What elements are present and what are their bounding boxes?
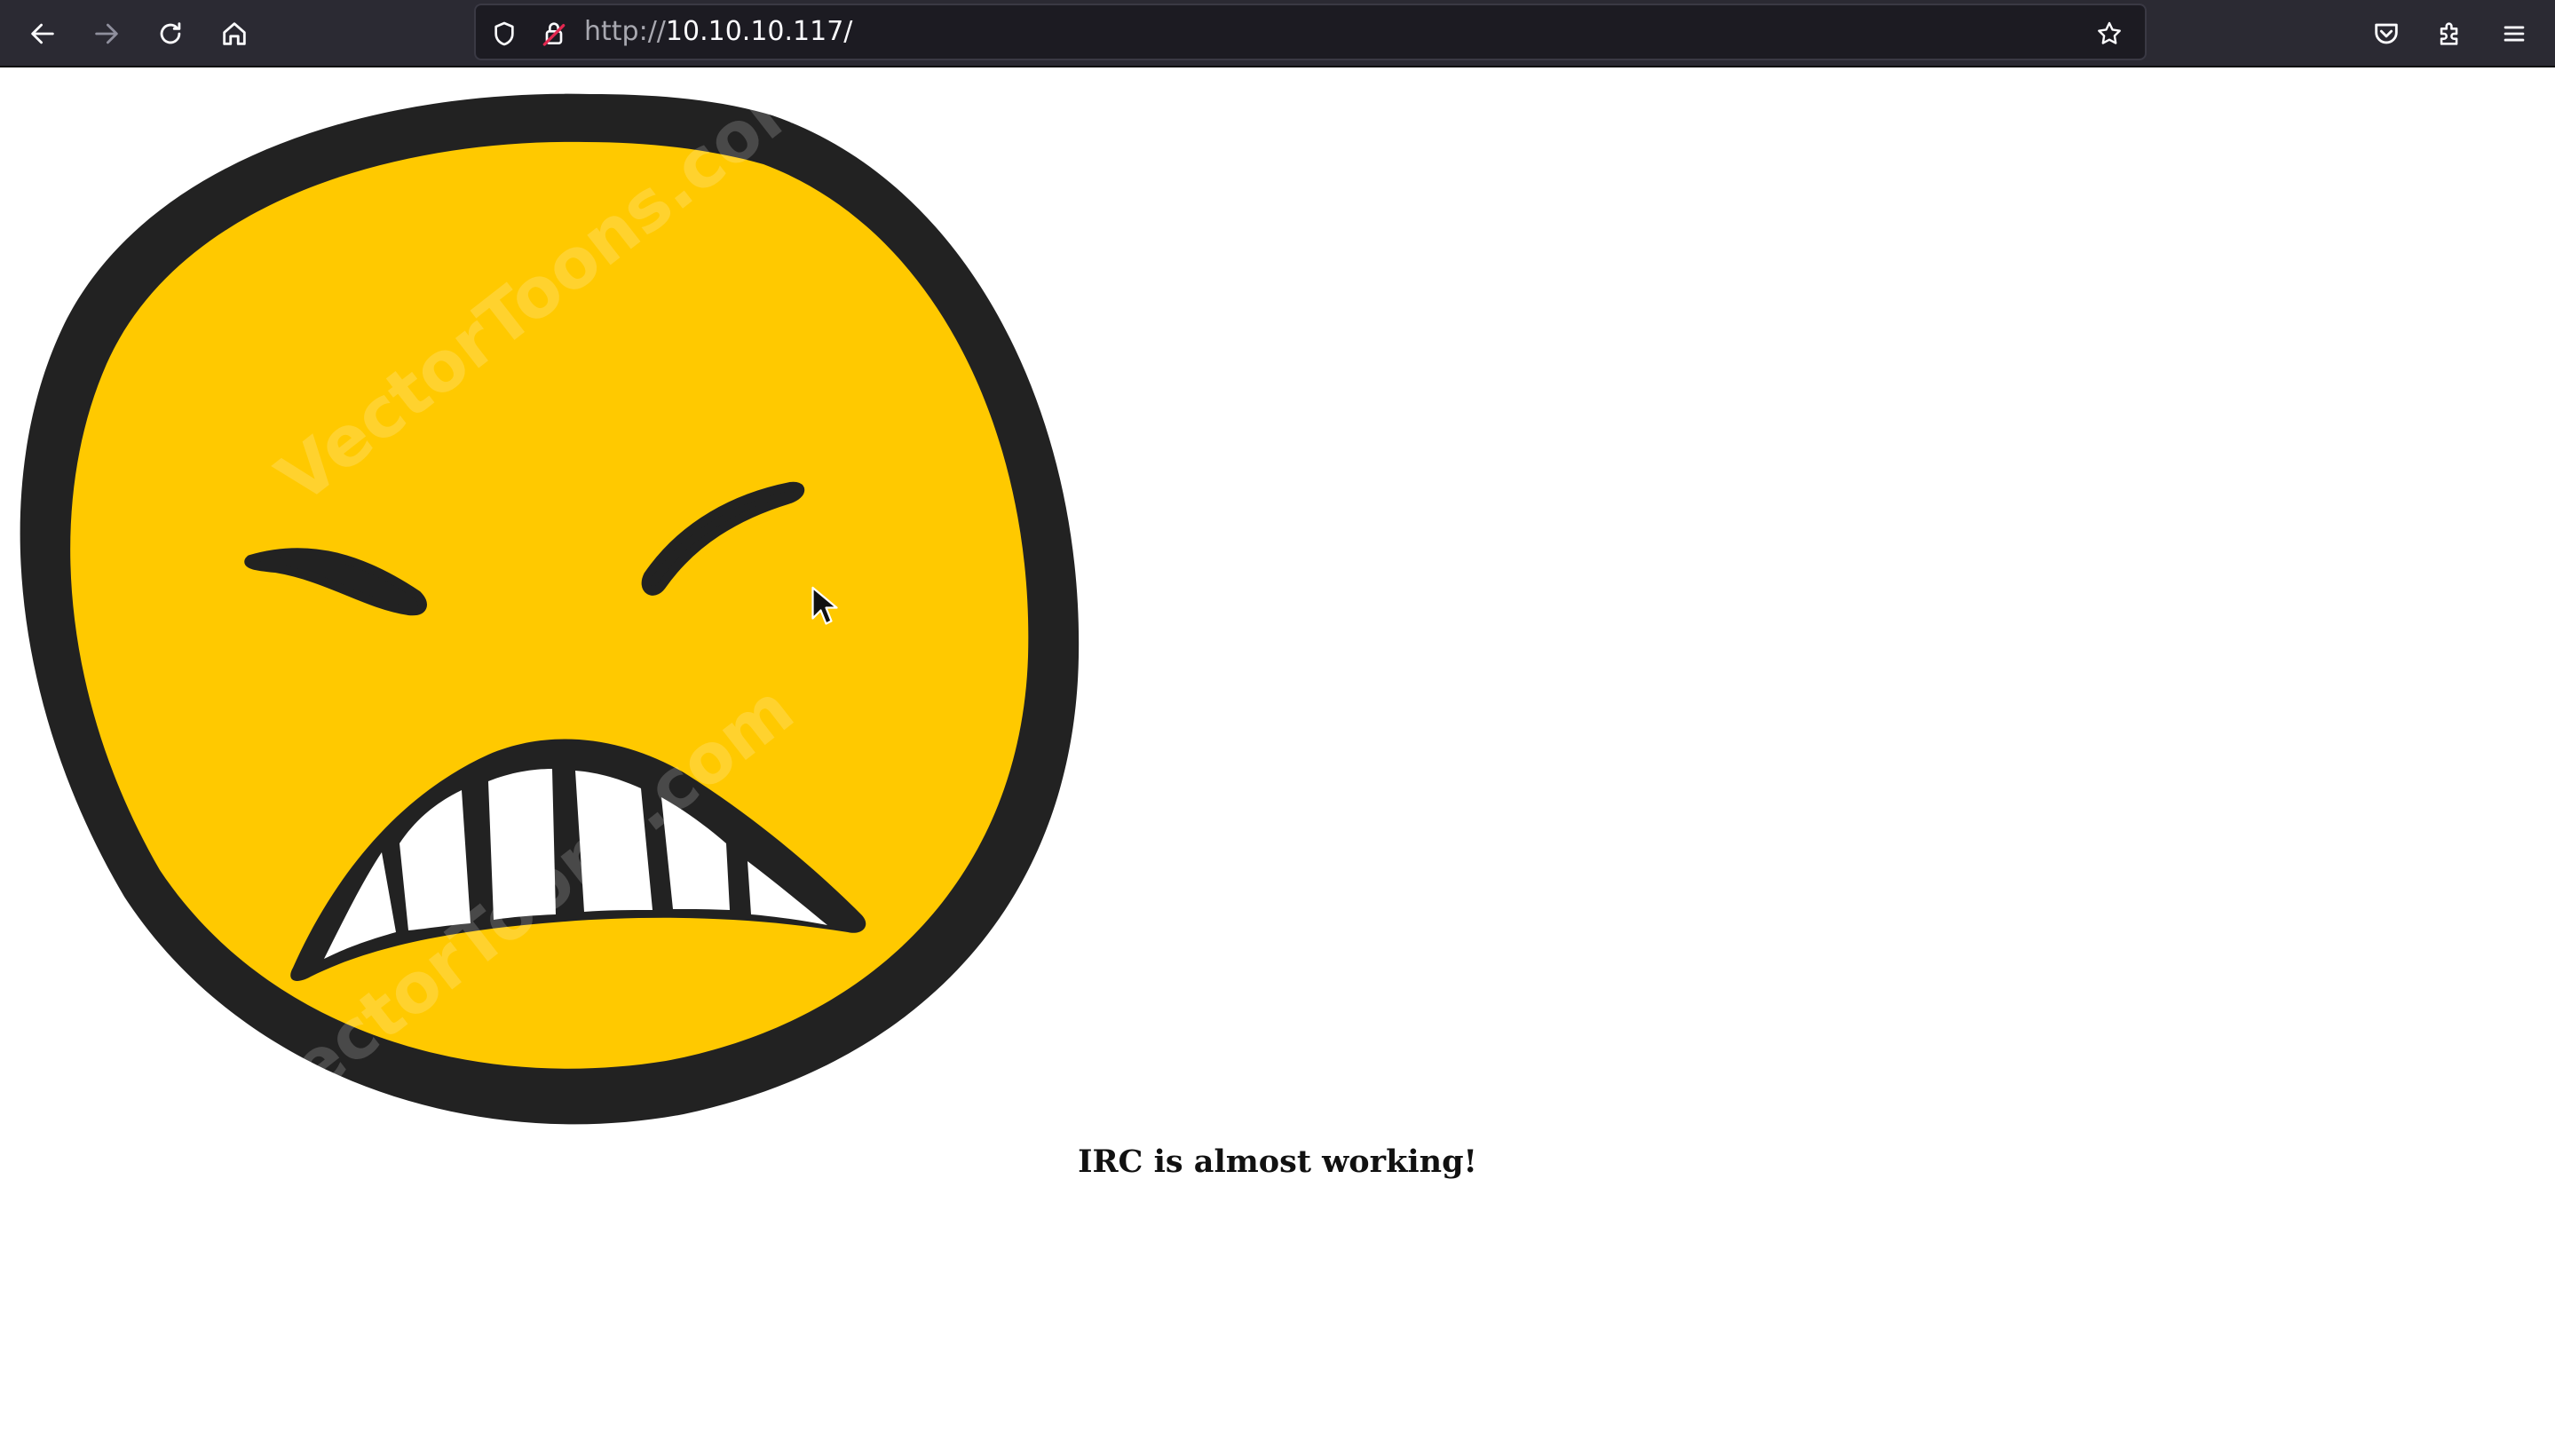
app-menu-button[interactable] [2489, 9, 2539, 59]
pocket-button[interactable] [2361, 9, 2411, 59]
home-button[interactable] [210, 9, 259, 59]
shield-icon [494, 21, 514, 46]
browser-toolbar: http://10.10.10.117/ [0, 0, 2555, 67]
url-scheme: http:// [584, 16, 666, 47]
bookmark-button[interactable] [2092, 16, 2127, 51]
reload-icon [160, 22, 181, 44]
angry-face-icon: VectorToons.com VectorToons.com [20, 80, 1080, 1141]
page-content: VectorToons.com VectorToons.com IRC is a… [0, 69, 2555, 1456]
reload-button[interactable] [146, 9, 195, 59]
mouse-cursor-icon [811, 586, 838, 625]
pocket-icon [2375, 23, 2398, 44]
back-button[interactable] [18, 9, 67, 59]
url-bar[interactable]: http://10.10.10.117/ [474, 4, 2147, 60]
page-caption: IRC is almost working! [1078, 1143, 1477, 1180]
bookmark-star-icon [2098, 21, 2121, 44]
home-icon [223, 22, 246, 45]
tracking-protection-button[interactable] [486, 16, 522, 51]
insecure-lock-icon [542, 22, 566, 46]
hamburger-menu-icon [2504, 26, 2525, 42]
forward-button[interactable] [82, 9, 131, 59]
url-text[interactable]: http://10.10.10.117/ [584, 5, 852, 59]
extensions-puzzle-icon [2440, 22, 2458, 45]
back-arrow-icon [31, 23, 54, 44]
site-security-button[interactable] [536, 16, 572, 51]
url-host: 10.10.10.117/ [665, 16, 853, 47]
extensions-button[interactable] [2425, 9, 2475, 59]
forward-arrow-icon [95, 23, 118, 44]
